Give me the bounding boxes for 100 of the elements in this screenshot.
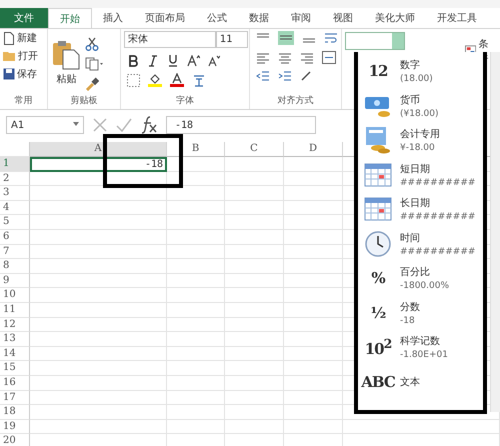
- grow-font-icon[interactable]: [186, 54, 200, 66]
- table-cell[interactable]: [167, 390, 225, 406]
- table-cell[interactable]: [284, 318, 343, 332]
- table-cell[interactable]: [30, 318, 167, 332]
- row-header[interactable]: 12: [0, 318, 30, 332]
- ribbon-tab[interactable]: 插入: [92, 8, 134, 28]
- column-header[interactable]: C: [225, 142, 284, 157]
- table-cell[interactable]: [30, 346, 167, 362]
- enter-icon[interactable]: [116, 117, 132, 133]
- ribbon-tab[interactable]: 数据: [238, 8, 280, 28]
- table-cell[interactable]: [284, 390, 343, 406]
- row-header[interactable]: 18: [0, 405, 30, 420]
- table-cell[interactable]: [343, 420, 500, 434]
- table-cell[interactable]: [30, 405, 167, 420]
- table-cell[interactable]: [284, 172, 343, 186]
- font-color-icon[interactable]: [170, 73, 184, 87]
- table-cell[interactable]: [30, 172, 167, 186]
- ribbon-tab[interactable]: 文件: [0, 8, 48, 28]
- table-cell[interactable]: [284, 346, 343, 362]
- ribbon-tab[interactable]: 美化大师: [364, 8, 426, 28]
- table-cell[interactable]: [167, 259, 225, 274]
- menu-item[interactable]: 时间 ##########: [360, 226, 483, 261]
- row-header[interactable]: 8: [0, 259, 30, 274]
- decrease-indent-icon[interactable]: [256, 70, 270, 82]
- table-cell[interactable]: [30, 259, 167, 274]
- table-cell[interactable]: [167, 186, 225, 201]
- underline-icon[interactable]: [166, 54, 179, 67]
- row-header[interactable]: 2: [0, 172, 30, 186]
- align-center-icon[interactable]: [278, 52, 292, 64]
- table-cell[interactable]: [225, 332, 284, 347]
- table-cell[interactable]: [167, 200, 225, 216]
- align-middle-icon[interactable]: [278, 31, 294, 45]
- table-cell[interactable]: [167, 230, 225, 245]
- table-cell[interactable]: [30, 244, 167, 260]
- copy-icon[interactable]: [85, 56, 104, 70]
- italic-icon[interactable]: [146, 54, 159, 66]
- row-header[interactable]: 7: [0, 244, 30, 260]
- table-cell[interactable]: [30, 361, 167, 376]
- cut-icon[interactable]: [85, 36, 100, 50]
- table-cell[interactable]: [30, 390, 167, 406]
- table-cell[interactable]: [225, 230, 284, 245]
- table-cell[interactable]: [225, 318, 284, 332]
- row-header[interactable]: 15: [0, 361, 30, 376]
- menu-item[interactable]: 会计专用 ¥-18.00: [360, 123, 483, 158]
- shrink-font-icon[interactable]: [208, 54, 220, 66]
- font-name-field[interactable]: 宋体: [124, 31, 216, 48]
- table-cell[interactable]: [284, 361, 343, 376]
- table-cell[interactable]: [167, 361, 225, 376]
- table-cell[interactable]: [225, 420, 284, 434]
- open-button[interactable]: 打开: [3, 49, 44, 63]
- fill-color-icon[interactable]: [148, 73, 162, 87]
- table-cell[interactable]: [284, 302, 343, 318]
- number-format-field[interactable]: [344, 32, 405, 50]
- table-cell[interactable]: [225, 186, 284, 201]
- row-header[interactable]: 19: [0, 420, 30, 434]
- table-cell[interactable]: [284, 244, 343, 260]
- table-cell[interactable]: [225, 405, 284, 420]
- row-header[interactable]: 9: [0, 274, 30, 288]
- table-cell[interactable]: [284, 230, 343, 245]
- table-cell[interactable]: [225, 259, 284, 274]
- paste-button[interactable]: 粘贴: [51, 40, 82, 86]
- row-header[interactable]: 20: [0, 434, 30, 446]
- table-cell[interactable]: [284, 259, 343, 274]
- table-cell[interactable]: [284, 376, 343, 390]
- table-cell[interactable]: [167, 302, 225, 318]
- menu-item[interactable]: 12 数字 (18.00): [360, 54, 483, 88]
- table-cell[interactable]: [225, 361, 284, 376]
- menu-item[interactable]: 货币 (¥18.00): [360, 88, 483, 123]
- table-cell[interactable]: [30, 274, 167, 288]
- formula-field[interactable]: -18: [166, 116, 316, 134]
- font-size-field[interactable]: 11: [216, 31, 248, 48]
- row-header[interactable]: 11: [0, 302, 30, 318]
- wrap-text-icon[interactable]: [324, 32, 338, 44]
- table-cell[interactable]: [30, 200, 167, 216]
- insert-function-icon[interactable]: [140, 116, 158, 134]
- table-cell[interactable]: [225, 274, 284, 288]
- table-cell[interactable]: -18: [30, 157, 167, 172]
- table-cell[interactable]: [225, 200, 284, 216]
- table-cell[interactable]: [284, 288, 343, 303]
- name-box[interactable]: A1: [6, 116, 84, 134]
- row-header[interactable]: 3: [0, 186, 30, 201]
- table-cell[interactable]: [284, 332, 343, 347]
- table-cell[interactable]: [30, 288, 167, 303]
- border-icon[interactable]: [126, 74, 140, 86]
- align-right-icon[interactable]: [300, 52, 314, 64]
- row-header[interactable]: 17: [0, 390, 30, 406]
- table-cell[interactable]: [167, 244, 225, 260]
- table-cell[interactable]: [167, 405, 225, 420]
- menu-item[interactable]: 长日期 ##########: [360, 192, 483, 226]
- table-cell[interactable]: [284, 157, 343, 172]
- ribbon-tab[interactable]: 公式: [196, 8, 238, 28]
- new-button[interactable]: 新建: [3, 31, 44, 45]
- table-cell[interactable]: [30, 230, 167, 245]
- bold-icon[interactable]: [126, 54, 139, 66]
- table-cell[interactable]: [30, 215, 167, 230]
- table-cell[interactable]: [225, 172, 284, 186]
- align-left-icon[interactable]: [256, 52, 270, 64]
- increase-indent-icon[interactable]: [278, 70, 292, 82]
- ribbon-tab[interactable]: 开发工具: [426, 8, 488, 28]
- menu-item[interactable]: 短日期 ##########: [360, 158, 483, 192]
